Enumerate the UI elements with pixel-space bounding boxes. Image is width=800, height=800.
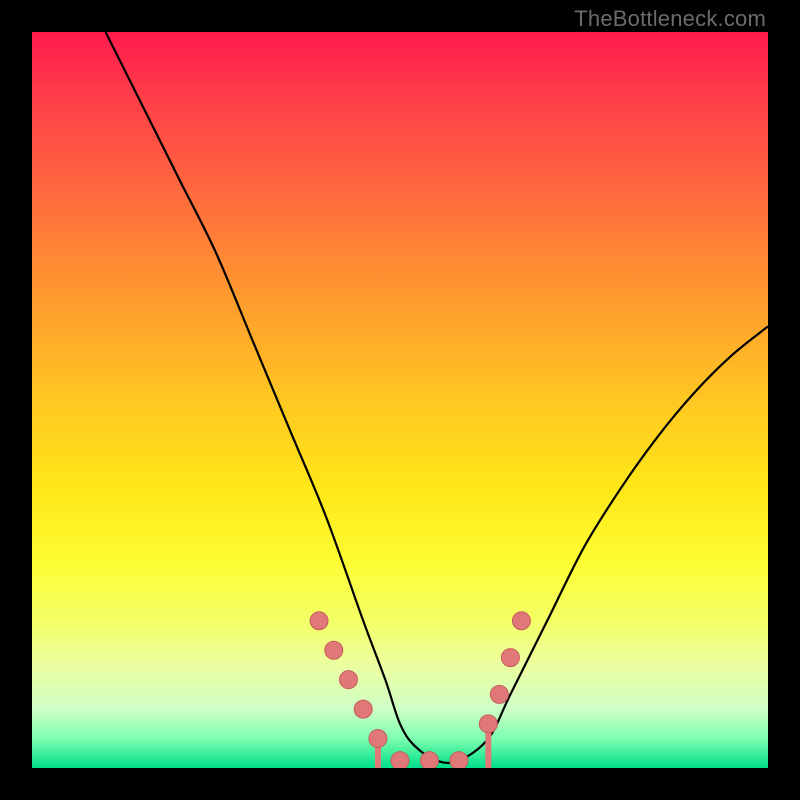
highlight-dot (369, 730, 387, 748)
highlight-dot (420, 752, 438, 768)
highlight-marker-group (310, 612, 530, 768)
highlight-dot (325, 641, 343, 659)
highlight-dot (512, 612, 530, 630)
highlight-dot (310, 612, 328, 630)
watermark-text: TheBottleneck.com (574, 6, 766, 32)
highlight-dot (339, 671, 357, 689)
highlight-dot (490, 685, 508, 703)
highlight-dot (450, 752, 468, 768)
chart-svg (32, 32, 768, 768)
highlight-dot (479, 715, 497, 733)
highlight-dot (391, 752, 409, 768)
outer-frame: TheBottleneck.com (0, 0, 800, 800)
bottleneck-curve (106, 32, 768, 763)
highlight-dot (501, 649, 519, 667)
highlight-dot (354, 700, 372, 718)
plot-area (32, 32, 768, 768)
